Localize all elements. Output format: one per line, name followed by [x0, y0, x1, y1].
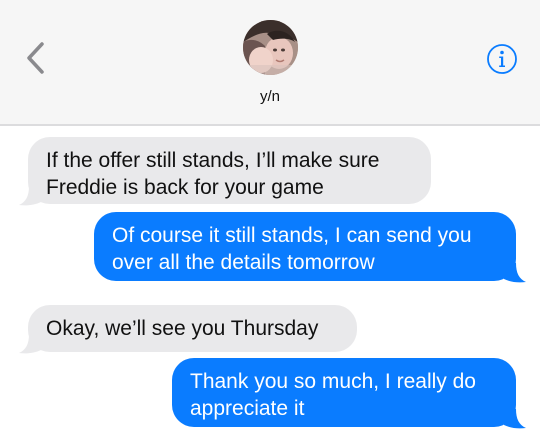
messages-screen: y/n If the offer still stands, I’ll make… [0, 0, 540, 441]
bubble-tail-received [19, 334, 41, 354]
message-bubble-received[interactable]: If the offer still stands, I’ll make sur… [28, 137, 431, 204]
info-icon [487, 44, 517, 74]
contact-avatar[interactable] [243, 20, 298, 75]
bubble-tail-received [19, 186, 41, 206]
avatar-photo [243, 20, 298, 75]
message-bubble-received[interactable]: Okay, we’ll see you Thursday [28, 305, 357, 352]
back-button[interactable] [22, 38, 52, 78]
bubble-tail-sent [504, 409, 526, 429]
message-bubble-sent[interactable]: Of course it still stands, I can send yo… [94, 212, 516, 281]
message-bubble-sent[interactable]: Thank you so much, I really do appreciat… [172, 358, 516, 427]
bubble-tail-sent [504, 263, 526, 283]
chevron-left-icon [27, 42, 44, 74]
info-button[interactable] [486, 43, 518, 75]
contact-name[interactable]: y/n [0, 88, 540, 105]
conversation-header: y/n [0, 0, 540, 126]
